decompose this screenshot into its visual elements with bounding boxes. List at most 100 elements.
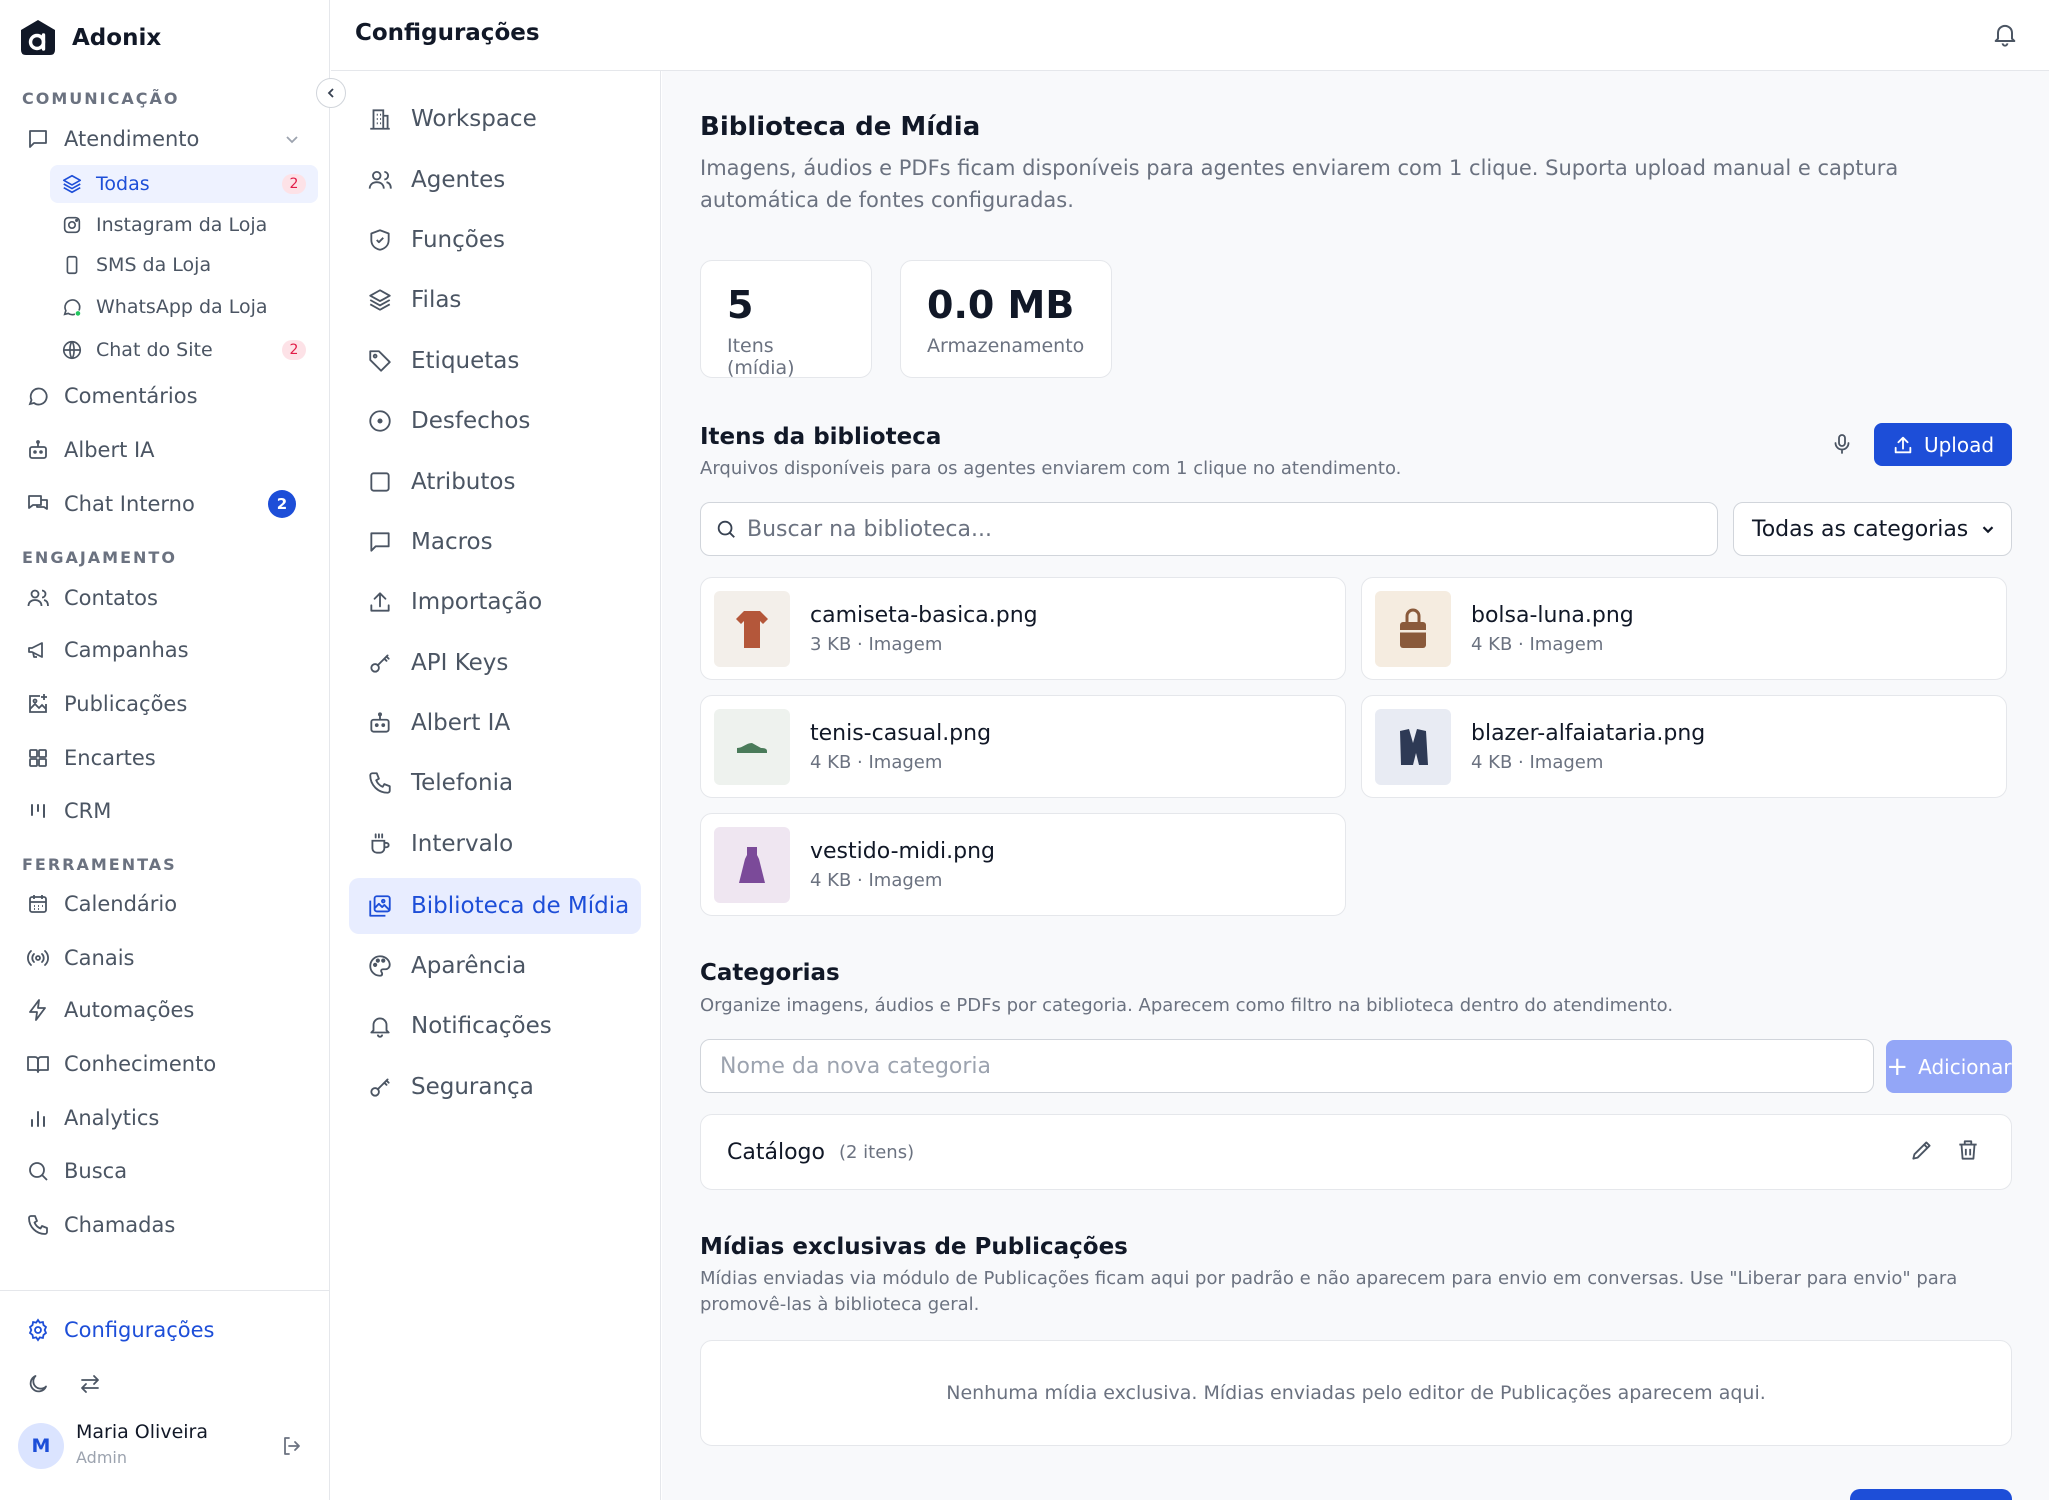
- sidebar-item-label: Comentários: [64, 384, 198, 408]
- arrows-swap-icon: [81, 1375, 99, 1393]
- settings-item-label: Telefonia: [411, 770, 514, 796]
- sidebar-subitem-chat-site[interactable]: Chat do Site 2: [50, 331, 318, 369]
- media-file-name: bolsa-luna.png: [1471, 602, 1634, 628]
- unread-badge: 2: [282, 174, 306, 194]
- search-icon: [24, 1157, 52, 1185]
- media-card[interactable]: bolsa-luna.png 4 KB · Imagem: [1361, 577, 2007, 680]
- sidebar-item-calendario[interactable]: Calendário: [14, 882, 316, 926]
- sidebar-subitem-whatsapp[interactable]: WhatsApp da Loja: [50, 288, 318, 326]
- sidebar-item-label: Atendimento: [64, 127, 200, 151]
- settings-item-macros[interactable]: Macros: [349, 514, 641, 570]
- bottom-action-button[interactable]: [1850, 1489, 2012, 1500]
- media-file-meta: 3 KB · Imagem: [810, 633, 943, 655]
- key-icon: [365, 648, 395, 678]
- bell-icon: [1994, 24, 2016, 47]
- settings-item-agentes[interactable]: Agentes: [349, 152, 641, 208]
- category-filter-value: Todas as categorias: [1752, 516, 1969, 542]
- sidebar-item-contatos[interactable]: Contatos: [14, 576, 316, 620]
- library-search[interactable]: [700, 502, 1718, 556]
- image-plus-icon: [24, 690, 52, 718]
- bot-icon: [24, 436, 52, 464]
- sidebar-item-label: Canais: [64, 946, 135, 970]
- logout-icon: [284, 1437, 300, 1455]
- calendar-icon: [24, 890, 52, 918]
- settings-item-albert-ia[interactable]: Albert IA: [349, 695, 641, 751]
- sidebar-item-comentarios[interactable]: Comentários: [14, 374, 316, 418]
- settings-item-importacao[interactable]: Importação: [349, 574, 641, 630]
- switch-workspace-button[interactable]: [72, 1366, 108, 1402]
- avatar[interactable]: M: [18, 1423, 64, 1469]
- comment-icon: [24, 382, 52, 410]
- record-audio-button[interactable]: [1822, 424, 1862, 464]
- sidebar-subitem-todas[interactable]: Todas 2: [50, 165, 318, 203]
- sidebar-item-publicacoes[interactable]: Publicações: [14, 682, 316, 726]
- media-thumbnail: [714, 590, 790, 667]
- sidebar-item-analytics[interactable]: Analytics: [14, 1096, 316, 1140]
- media-file-meta: 4 KB · Imagem: [1471, 751, 1604, 773]
- chevron-down-icon[interactable]: [282, 129, 302, 149]
- sidebar-subitem-sms[interactable]: SMS da Loja: [50, 246, 318, 284]
- category-filter-select[interactable]: Todas as categorias: [1733, 502, 2012, 556]
- library-search-input[interactable]: [747, 516, 1687, 542]
- collapse-sidebar-button[interactable]: [316, 78, 346, 108]
- brand[interactable]: Adonix: [18, 18, 161, 58]
- settings-item-label: Workspace: [411, 106, 537, 132]
- settings-item-funcoes[interactable]: Funções: [349, 212, 641, 268]
- settings-item-label: Macros: [411, 529, 493, 555]
- notifications-button[interactable]: [1991, 20, 2019, 52]
- sidebar-item-label: Calendário: [64, 892, 178, 916]
- settings-item-notificacoes[interactable]: Notificações: [349, 998, 641, 1054]
- pencil-icon: [1912, 1141, 1931, 1160]
- sidebar-item-chamadas[interactable]: Chamadas: [14, 1203, 316, 1247]
- category-name: Catálogo: [727, 1139, 825, 1165]
- settings-item-workspace[interactable]: Workspace: [349, 91, 641, 147]
- media-card[interactable]: blazer-alfaiataria.png 4 KB · Imagem: [1361, 695, 2007, 798]
- new-category-field[interactable]: [700, 1039, 1874, 1093]
- sidebar-item-encartes[interactable]: Encartes: [14, 736, 316, 780]
- delete-category-button[interactable]: [1955, 1137, 1981, 1167]
- settings-item-filas[interactable]: Filas: [349, 272, 641, 328]
- settings-item-etiquetas[interactable]: Etiquetas: [349, 333, 641, 389]
- empty-state: Nenhuma mídia exclusiva. Mídias enviadas…: [700, 1340, 2012, 1446]
- sidebar-subitem-label: SMS da Loja: [96, 254, 212, 276]
- upload-button[interactable]: Upload: [1874, 423, 2012, 466]
- media-card[interactable]: vestido-midi.png 4 KB · Imagem: [700, 813, 1346, 916]
- settings-item-aparencia[interactable]: Aparência: [349, 938, 641, 994]
- sidebar-item-crm[interactable]: CRM: [14, 789, 316, 833]
- dark-mode-toggle[interactable]: [20, 1366, 56, 1402]
- sidebar-item-campanhas[interactable]: Campanhas: [14, 628, 316, 672]
- sidebar-item-label: Conhecimento: [64, 1052, 217, 1076]
- sidebar-item-atendimento[interactable]: Atendimento: [14, 117, 316, 161]
- sidebar-item-configuracoes[interactable]: Configurações: [14, 1308, 316, 1352]
- media-card[interactable]: camiseta-basica.png 3 KB · Imagem: [700, 577, 1346, 680]
- settings-item-api-keys[interactable]: API Keys: [349, 635, 641, 691]
- settings-item-seguranca[interactable]: Segurança: [349, 1059, 641, 1115]
- settings-item-intervalo[interactable]: Intervalo: [349, 816, 641, 872]
- settings-item-atributos[interactable]: Atributos: [349, 454, 641, 510]
- sidebar-item-automacoes[interactable]: Automações: [14, 988, 316, 1032]
- sidebar-subitem-instagram[interactable]: Instagram da Loja: [50, 206, 318, 244]
- sidebar-item-conhecimento[interactable]: Conhecimento: [14, 1042, 316, 1086]
- settings-item-desfechos[interactable]: Desfechos: [349, 393, 641, 449]
- kanban-icon: [24, 797, 52, 825]
- sidebar-item-chat-interno[interactable]: Chat Interno 2: [14, 482, 316, 526]
- sidebar-item-label: Contatos: [64, 586, 158, 610]
- settings-item-telefonia[interactable]: Telefonia: [349, 755, 641, 811]
- coffee-icon: [365, 829, 395, 859]
- globe-icon: [60, 338, 84, 362]
- new-category-input[interactable]: [720, 1053, 1820, 1079]
- media-file-meta: 4 KB · Imagem: [810, 869, 943, 891]
- upload-icon: [1894, 436, 1912, 453]
- building-icon: [365, 104, 395, 134]
- logout-button[interactable]: [274, 1428, 310, 1464]
- media-card[interactable]: tenis-casual.png 4 KB · Imagem: [700, 695, 1346, 798]
- edit-category-button[interactable]: [1909, 1137, 1935, 1167]
- settings-item-biblioteca-midia[interactable]: Biblioteca de Mídia: [349, 878, 641, 934]
- sidebar-item-canais[interactable]: Canais: [14, 936, 316, 980]
- add-category-button[interactable]: + Adicionar: [1886, 1040, 2012, 1093]
- bag-icon: [1400, 608, 1426, 648]
- sidebar-item-albert-ia[interactable]: Albert IA: [14, 428, 316, 472]
- unread-badge: 2: [282, 340, 306, 360]
- sidebar-item-busca[interactable]: Busca: [14, 1149, 316, 1193]
- tag-icon: [365, 346, 395, 376]
